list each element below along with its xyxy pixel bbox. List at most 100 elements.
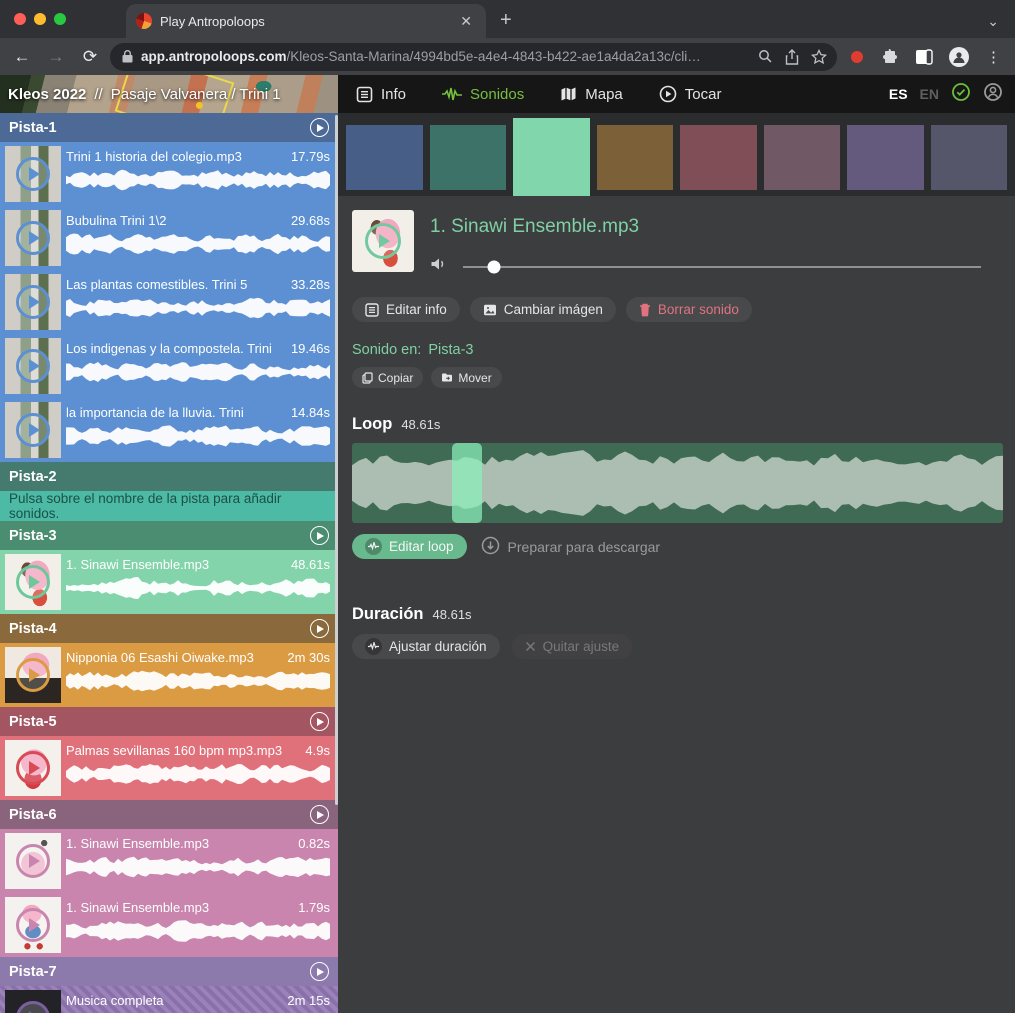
forward-button[interactable]: → [42,47,70,67]
sound-row[interactable]: Bubulina Trini 1\229.68s [0,206,338,270]
sound-thumbnail[interactable] [5,897,61,953]
copy-button[interactable]: Copiar [352,367,423,388]
sound-thumbnail[interactable] [5,146,61,202]
delete-sound-button[interactable]: Borrar sonido [626,297,752,322]
volume-slider-thumb[interactable] [488,260,501,273]
track-name[interactable]: Pista-3 [9,528,310,544]
recording-extension-icon[interactable] [851,51,863,63]
sound-name[interactable]: 1. Sinawi Ensemble.mp3 [66,836,215,851]
track-play-icon[interactable] [310,526,329,545]
synced-check-icon[interactable] [951,82,971,107]
track-play-icon[interactable] [310,805,329,824]
track-name[interactable]: Pista-7 [9,964,310,980]
edit-info-button[interactable]: Editar info [352,297,460,322]
track-header-pista-1[interactable]: Pista-1 [0,113,338,142]
track-empty-hint[interactable]: Pulsa sobre el nombre de la pista para a… [0,491,338,521]
sound-play-icon[interactable] [16,844,50,878]
side-panel-icon[interactable] [915,49,933,65]
sound-row[interactable]: Las plantas comestibles. Trini 533.28s [0,270,338,334]
tab-tocar[interactable]: Tocar [659,85,722,103]
sidebar-scrollbar[interactable] [335,115,338,805]
sound-location-link[interactable]: Pista-3 [428,342,473,358]
sound-play-icon[interactable] [16,285,50,319]
change-image-button[interactable]: Cambiar imágen [470,297,616,322]
track-name[interactable]: Pista-2 [9,469,329,485]
tab-sonidos[interactable]: Sonidos [442,86,524,103]
sound-thumbnail[interactable] [5,554,61,610]
track-header-pista-4[interactable]: Pista-4 [0,614,338,643]
sound-row[interactable]: 1. Sinawi Ensemble.mp30.82s [0,829,338,893]
browser-menu-icon[interactable]: ⋮ [980,48,1007,66]
track-swatch-3[interactable] [513,118,590,196]
map-thumbnail[interactable]: Kleos 2022 // Pasaje Valvanera / Trini 1 [0,75,338,113]
play-icon[interactable] [365,223,401,259]
share-icon[interactable] [785,49,799,65]
lang-es[interactable]: ES [889,86,908,102]
extensions-puzzle-icon[interactable] [882,48,899,65]
tab-search-chevron-icon[interactable]: ⌄ [987,13,1015,38]
sound-thumbnail[interactable] [5,274,61,330]
lang-en[interactable]: EN [920,86,939,102]
sound-cover-image[interactable] [352,210,414,272]
close-window-button[interactable] [14,13,26,25]
edit-loop-button[interactable]: Editar loop [352,534,467,559]
prepare-download-button[interactable]: Preparar para descargar [481,536,661,558]
track-name[interactable]: Pista-6 [9,807,310,823]
loop-selection-highlight[interactable] [452,443,482,523]
sound-play-icon[interactable] [16,1001,50,1013]
sound-play-icon[interactable] [16,658,50,692]
track-swatch-7[interactable] [847,125,924,190]
loop-waveform[interactable] [352,443,1003,523]
address-bar[interactable]: app.antropoloops.com/Kleos-Santa-Marina/… [110,43,837,71]
sound-row[interactable]: Nipponia 06 Esashi Oiwake.mp32m 30s [0,643,338,707]
sound-row[interactable]: 1. Sinawi Ensemble.mp31.79s [0,893,338,957]
sound-play-icon[interactable] [16,908,50,942]
track-header-pista-5[interactable]: Pista-5 [0,707,338,736]
track-name[interactable]: Pista-4 [9,621,310,637]
sound-play-icon[interactable] [16,349,50,383]
track-name[interactable]: Pista-5 [9,714,310,730]
track-header-pista-7[interactable]: Pista-7 [0,957,338,986]
sound-row[interactable]: 1. Sinawi Ensemble.mp348.61s [0,550,338,614]
sound-name[interactable]: 1. Sinawi Ensemble.mp3 [66,900,215,915]
sound-name[interactable]: 1. Sinawi Ensemble.mp3 [66,557,215,572]
minimize-window-button[interactable] [34,13,46,25]
sound-play-icon[interactable] [16,751,50,785]
sound-play-icon[interactable] [16,565,50,599]
sound-row[interactable]: Trini 1 historia del colegio.mp317.79s [0,142,338,206]
account-icon[interactable] [983,82,1003,107]
zoom-page-icon[interactable] [758,49,773,64]
move-button[interactable]: Mover [431,367,501,388]
sound-name[interactable]: Trini 1 historia del colegio.mp3 [66,149,248,164]
sound-row[interactable]: la importancia de la lluvia. Trini14.84s [0,398,338,462]
sound-play-icon[interactable] [16,221,50,255]
track-name[interactable]: Pista-1 [9,120,310,136]
track-play-icon[interactable] [310,619,329,638]
bookmark-star-icon[interactable] [811,49,827,65]
sound-thumbnail[interactable] [5,210,61,266]
sound-row[interactable]: Los indigenas y la compostela. Trini19.4… [0,334,338,398]
tab-close-icon[interactable]: ✕ [456,13,476,30]
sound-thumbnail[interactable] [5,338,61,394]
new-tab-button[interactable]: + [486,9,526,38]
sound-play-icon[interactable] [16,413,50,447]
track-swatch-6[interactable] [764,125,841,190]
sound-thumbnail[interactable] [5,647,61,703]
back-button[interactable]: ← [8,47,36,67]
zoom-window-button[interactable] [54,13,66,25]
sound-thumbnail[interactable] [5,402,61,458]
tab-info[interactable]: Info [356,86,406,103]
track-header-pista-2[interactable]: Pista-2 [0,462,338,491]
sound-name[interactable]: Las plantas comestibles. Trini 5 [66,277,253,292]
volume-icon[interactable] [430,256,447,277]
tab-mapa[interactable]: Mapa [560,86,623,103]
track-swatch-2[interactable] [430,125,507,190]
sound-thumbnail[interactable] [5,990,61,1013]
adjust-duration-button[interactable]: Ajustar duración [352,634,500,659]
sound-name[interactable]: Bubulina Trini 1\2 [66,213,172,228]
sound-play-icon[interactable] [16,157,50,191]
sound-name[interactable]: Nipponia 06 Esashi Oiwake.mp3 [66,650,260,665]
track-swatch-4[interactable] [597,125,674,190]
sound-row[interactable]: Musica completa2m 15s [0,986,338,1013]
sound-name[interactable]: Musica completa [66,993,170,1008]
